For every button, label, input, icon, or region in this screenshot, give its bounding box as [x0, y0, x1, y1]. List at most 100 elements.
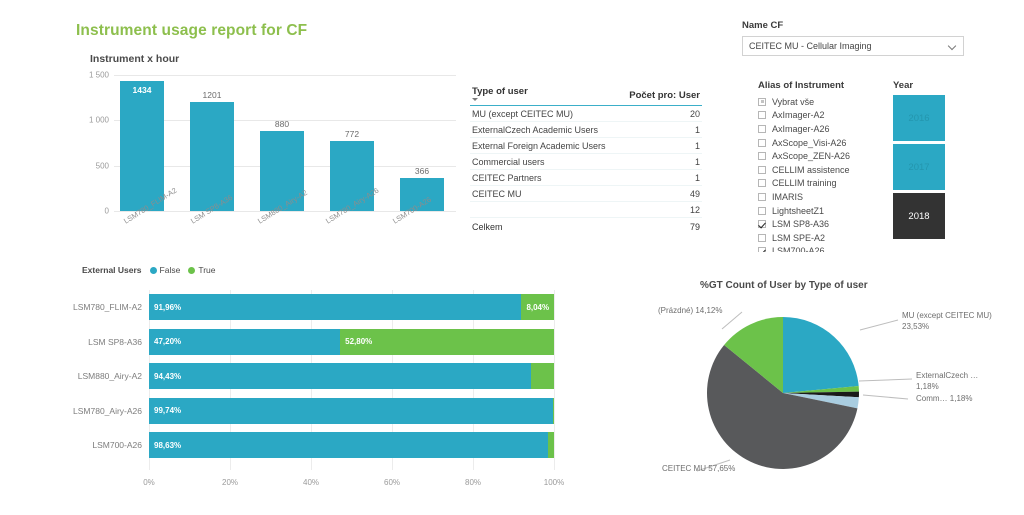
year-tile[interactable]: 2018 — [893, 193, 945, 239]
stacked-bar-segment[interactable]: 99,74% — [149, 397, 553, 424]
year-slicer: Year 2016 2017 2018 — [893, 80, 949, 242]
x-axis-tick-label: 20% — [221, 478, 239, 487]
bar-category-label: LSM780_Airy-A26 — [73, 405, 142, 416]
table-row[interactable]: 12 — [470, 201, 702, 218]
table-body: MU (except CEITEC MU) 20 ExternalCzech Aca… — [470, 105, 702, 234]
bar-category-label: LSM700-A26 — [92, 440, 142, 450]
stacked-bar-row[interactable]: LSM700-A26 98,63% — [92, 432, 554, 458]
column-bar-item[interactable]: 1434 — [120, 75, 164, 211]
external-users-stacked-bar-chart[interactable]: External Users False True LSM780_FLIM-A2… — [73, 262, 568, 505]
stacked-bar-row[interactable]: LSM780_Airy-A26 99,74% — [73, 397, 554, 424]
pie-slice-label: ExternalCzech … 1,18% — [916, 371, 979, 391]
stacked-bar-segment[interactable] — [531, 363, 554, 389]
user-type-pie-chart[interactable]: %GT Count of User by Type of user MU (ex… — [650, 275, 1024, 485]
stacked-bar-segment[interactable]: 52,80% — [340, 328, 554, 355]
checkbox-icon[interactable] — [758, 220, 766, 229]
alias-checkbox-row[interactable]: LSM SP8-A36 — [758, 217, 886, 231]
table-row[interactable]: MU (except CEITEC MU) 20 — [470, 105, 702, 122]
year-tile[interactable]: 2016 — [893, 95, 945, 141]
alias-checkbox-row[interactable]: AxScope_ZEN-A26 — [758, 149, 886, 163]
x-axis-tick-label: 80% — [464, 478, 482, 487]
alias-checkbox-row[interactable]: Vybrat vše — [758, 95, 886, 109]
column-bar-item[interactable]: 366 — [400, 75, 444, 211]
table-row[interactable]: Commercial users 1 — [470, 153, 702, 170]
alias-checkbox-label: AxImager-A2 — [772, 110, 825, 121]
checkbox-icon[interactable] — [758, 206, 766, 215]
cell-count: 20 — [620, 105, 702, 122]
pie-leader-line — [721, 311, 743, 330]
x-axis-tick-label: 60% — [383, 478, 401, 487]
pie-slices[interactable] — [707, 317, 859, 469]
alias-checkbox-list[interactable]: Vybrat vše AxImager-A2 AxImager-A26 AxScope… — [758, 95, 886, 252]
stacked-bar-row[interactable]: LSM880_Airy-A2 94,43% — [78, 363, 554, 389]
stacked-bar-segment[interactable]: 91,96% — [149, 294, 522, 320]
name-cf-dropdown[interactable]: CEITEC MU - Cellular Imaging — [742, 36, 964, 56]
year-tile[interactable]: 2017 — [893, 144, 945, 190]
checkbox-icon[interactable] — [758, 97, 766, 106]
column-bar-item[interactable]: 1201 — [190, 75, 234, 211]
alias-checkbox-row[interactable]: AxImager-A2 — [758, 109, 886, 123]
legend-title: External Users — [82, 265, 142, 275]
pie-slice-label: MU (except CEITEC MU) 23,53% — [902, 311, 992, 331]
checkbox-icon[interactable] — [758, 247, 766, 252]
x-axis-tick-label: 100% — [543, 478, 565, 487]
name-cf-label: Name CF — [742, 20, 784, 31]
table-total-row: Celkem 79 — [470, 217, 702, 234]
stacked-bar-segment[interactable] — [552, 397, 554, 424]
checkbox-icon[interactable] — [758, 192, 766, 201]
bar-category-label: LSM SP8-A36 — [88, 336, 142, 347]
instrument-hour-column-chart[interactable]: Instrument x hour 1 500 1 000 500 0 1434 1201… — [76, 48, 466, 253]
cell-type-of-user: Commercial users — [470, 153, 621, 170]
alias-checkbox-row[interactable]: CELLIM assistence — [758, 163, 886, 177]
stacked-bar-segment[interactable]: 47,20% — [149, 328, 341, 355]
checkbox-icon[interactable] — [758, 233, 766, 242]
alias-checkbox-row[interactable]: IMARIS — [758, 190, 886, 204]
stacked-bar-segment[interactable]: 94,43% — [149, 363, 532, 389]
segment-value-label: 91,96% — [154, 302, 182, 312]
page-title: Instrument usage report for CF — [76, 22, 308, 39]
stacked-bar-segment[interactable]: 8,04% — [521, 294, 554, 320]
checkbox-icon[interactable] — [758, 138, 766, 147]
legend-label-true: True — [198, 265, 216, 275]
cell-type-of-user — [470, 201, 621, 218]
checkbox-icon[interactable] — [758, 179, 766, 188]
table-row[interactable]: CEITEC Partners 1 — [470, 169, 702, 186]
year-tile-list[interactable]: 2016 2017 2018 — [893, 95, 949, 239]
cell-total-count: 79 — [620, 217, 702, 234]
checkbox-icon[interactable] — [758, 165, 766, 174]
alias-checkbox-row[interactable]: CELLIM training — [758, 177, 886, 191]
alias-checkbox-row[interactable]: AxImager-A26 — [758, 122, 886, 136]
alias-checkbox-label: Vybrat vše — [772, 96, 815, 107]
checkbox-icon[interactable] — [758, 111, 766, 120]
alias-checkbox-row[interactable]: LSM SPE-A2 — [758, 231, 886, 245]
alias-checkbox-label: LightsheetZ1 — [772, 205, 825, 216]
table-row[interactable]: ExternalCzech Academic Users 1 — [470, 121, 702, 138]
stacked-bar-row[interactable]: LSM SP8-A36 47,20% 52,80% — [88, 328, 554, 355]
table: Type of user Počet pro: User MU (except … — [470, 85, 702, 234]
alias-checkbox-label: CELLIM assistence — [772, 164, 850, 175]
column-header-count[interactable]: Počet pro: User — [620, 85, 702, 106]
alias-checkbox-label: AxScope_Visi-A26 — [772, 137, 847, 148]
stacked-bar-segment[interactable]: 98,63% — [149, 432, 549, 458]
alias-checkbox-label: CELLIM training — [772, 178, 837, 189]
checkbox-icon[interactable] — [758, 152, 766, 161]
column-bar[interactable] — [120, 80, 164, 211]
column-header-type-of-user[interactable]: Type of user — [470, 85, 621, 106]
column-chart-title: Instrument x hour — [90, 53, 180, 65]
stacked-bar-segment[interactable] — [548, 432, 554, 458]
alias-checkbox-label: IMARIS — [772, 191, 804, 202]
table-row[interactable]: External Foreign Academic Users 1 — [470, 137, 702, 154]
stacked-chart-x-axis: 0% 20% 40% 60% 80% 100% — [143, 478, 564, 492]
table-row[interactable]: CEITEC MU 49 — [470, 185, 702, 202]
alias-checkbox-row[interactable]: LSM700-A26 — [758, 245, 886, 252]
pie-slice[interactable] — [783, 317, 859, 393]
chevron-down-icon — [948, 42, 957, 51]
checkbox-icon[interactable] — [758, 124, 766, 133]
stacked-bar-row[interactable]: LSM780_FLIM-A2 91,96% 8,04% — [73, 294, 554, 320]
alias-checkbox-row[interactable]: LightsheetZ1 — [758, 204, 886, 218]
bar-value-label: 1434 — [132, 84, 152, 95]
legend-item-true[interactable]: True — [188, 265, 216, 275]
legend-item-false[interactable]: False — [149, 265, 180, 275]
alias-checkbox-row[interactable]: AxScope_Visi-A26 — [758, 136, 886, 150]
type-of-user-table[interactable]: Type of user Počet pro: User MU (except … — [470, 85, 702, 234]
